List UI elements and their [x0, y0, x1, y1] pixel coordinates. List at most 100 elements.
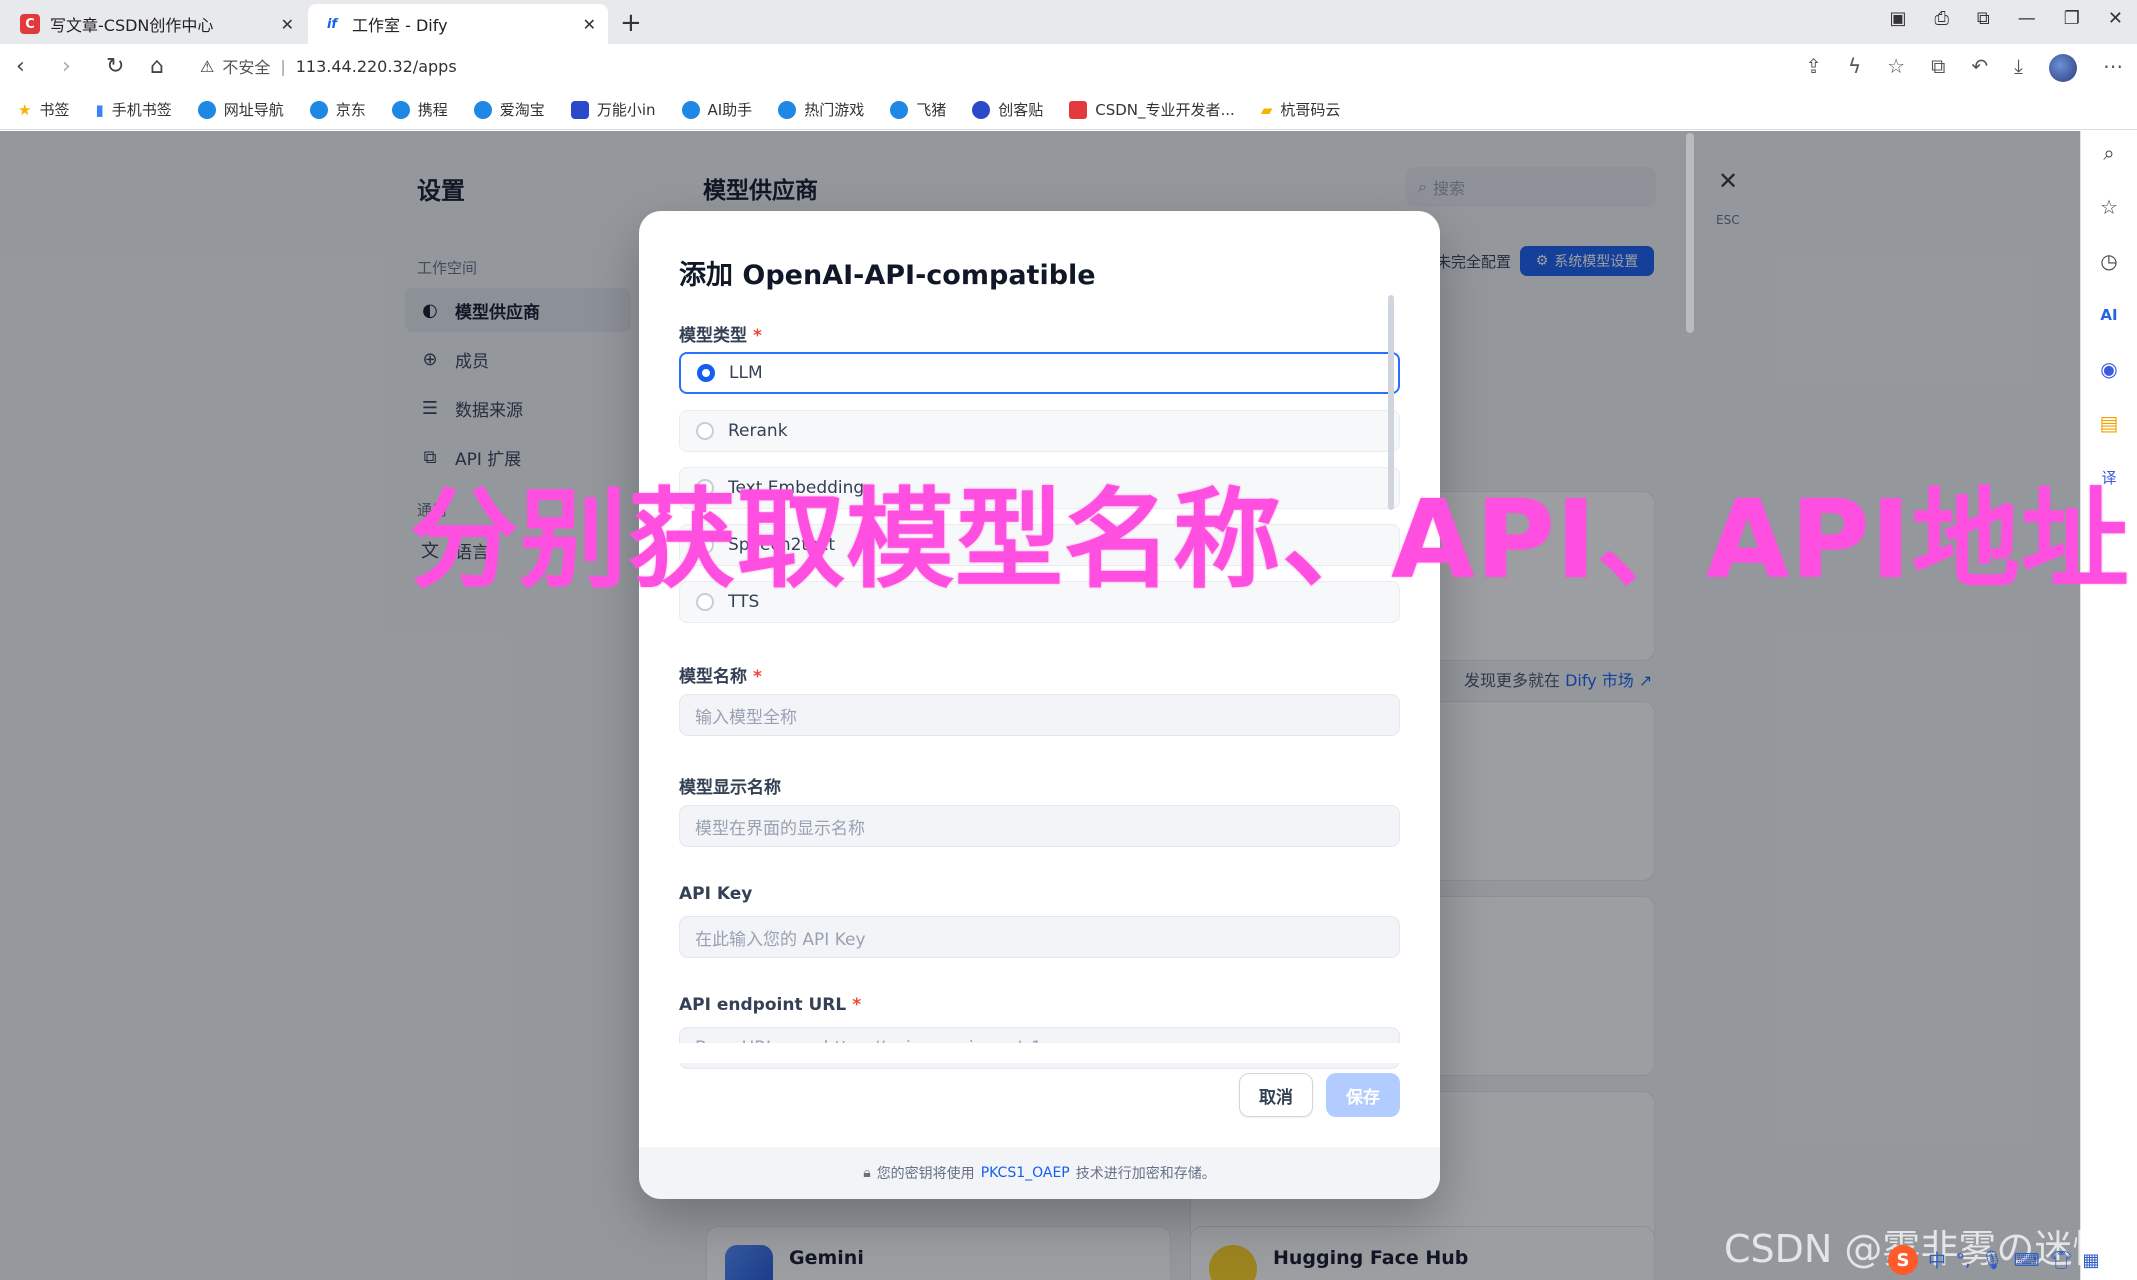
- address-actions: ⇪ ϟ ☆ ⧉ ↶ ⤓ ⋯: [1805, 54, 2123, 82]
- share-icon[interactable]: ⇪: [1805, 54, 1822, 82]
- warning-icon: ⚠: [200, 56, 215, 76]
- search-icon[interactable]: ⌕: [2095, 139, 2123, 167]
- required-mark: *: [753, 326, 762, 346]
- page-scrollbar[interactable]: [1686, 133, 1694, 333]
- keyboard-icon[interactable]: ⌨: [2014, 1250, 2040, 1271]
- dify-favicon-icon: if: [322, 14, 342, 34]
- back-icon[interactable]: ‹: [16, 54, 25, 79]
- close-window-icon[interactable]: ✕: [2108, 8, 2123, 29]
- bookmark-item[interactable]: AI助手: [681, 99, 752, 120]
- star-icon: ★: [18, 100, 32, 119]
- display-name-input[interactable]: 模型在界面的显示名称: [679, 805, 1400, 847]
- radio-icon: [696, 422, 714, 440]
- lock-icon: 🔒︎: [863, 1165, 871, 1181]
- microphone-icon[interactable]: 🎙︎: [1981, 1250, 2004, 1271]
- home-icon[interactable]: ⌂: [150, 54, 164, 79]
- annotation-caption: 分别获取模型名称、API、API地址: [410, 478, 2130, 603]
- bookmarks-bar: ★ 书签 ▮ 手机书签 网址导航 京东 携程 爱淘宝 万能小in AI助手 热门游戏…: [0, 90, 2137, 130]
- bookmark-item[interactable]: ▰ 杭哥码云: [1261, 99, 1341, 120]
- undo-icon[interactable]: ↶: [1971, 54, 1988, 82]
- bookmark-item[interactable]: 热门游戏: [778, 99, 864, 120]
- bookmark-item[interactable]: CSDN_专业开发者...: [1069, 99, 1235, 120]
- reload-icon[interactable]: ↻: [106, 54, 124, 79]
- bookmark-item[interactable]: 携程: [391, 99, 448, 120]
- bookmark-item[interactable]: 创客贴: [972, 99, 1043, 120]
- close-icon[interactable]: ✕: [281, 15, 294, 34]
- history-icon[interactable]: ◷: [2095, 247, 2123, 275]
- bookmark-item[interactable]: 爱淘宝: [473, 99, 545, 120]
- api-key-input[interactable]: 在此输入您的 API Key: [679, 916, 1400, 958]
- download-icon[interactable]: ⤓: [2014, 54, 2023, 82]
- cancel-button[interactable]: 取消: [1239, 1073, 1313, 1117]
- punctuation-icon[interactable]: °,: [1956, 1250, 1971, 1271]
- url-separator: |: [280, 56, 286, 76]
- extension-icon[interactable]: ⧉: [1931, 54, 1945, 82]
- security-label: 不安全: [222, 58, 271, 77]
- toolbox-icon[interactable]: ▤: [2095, 409, 2123, 437]
- url-text: 113.44.220.32/apps: [295, 56, 457, 76]
- more-icon[interactable]: ⋯: [2103, 54, 2123, 82]
- lightning-icon[interactable]: ϟ: [1848, 54, 1861, 82]
- skin-icon[interactable]: 👕︎: [2050, 1250, 2073, 1271]
- bookmark-item[interactable]: ★ 书签: [18, 99, 69, 120]
- star-icon[interactable]: ☆: [2095, 193, 2123, 221]
- bookmark-item[interactable]: 飞猪: [890, 99, 946, 120]
- browser-sidebar: ⌕ ☆ ◷ AI ◉ ▤ 译: [2080, 131, 2137, 1280]
- close-icon[interactable]: ✕: [583, 15, 596, 34]
- e-icon: [309, 100, 328, 119]
- model-name-input[interactable]: 输入模型全称: [679, 694, 1400, 736]
- model-type-option-rerank[interactable]: Rerank: [679, 410, 1400, 452]
- address-bar: ‹ › ↻ ⌂ ⚠ 不安全 | 113.44.220.32/apps ⇪ ϟ ☆…: [0, 44, 2137, 90]
- profile-avatar[interactable]: [2049, 54, 2077, 82]
- ai-icon[interactable]: AI: [2095, 301, 2123, 329]
- tab-bar: C 写文章-CSDN创作中心 ✕ if 工作室 - Dify ✕ + ▣ ⎙ ⧉…: [0, 0, 2137, 44]
- print-icon[interactable]: ⎙: [1935, 8, 1949, 29]
- maximize-icon[interactable]: ❐: [2064, 8, 2080, 29]
- tab-title: 工作室 - Dify: [352, 16, 448, 35]
- bookmark-item[interactable]: ▮ 手机书签: [95, 99, 171, 120]
- app-icon: [570, 100, 589, 119]
- window-controls: ▣ ⎙ ⧉ — ❐ ✕: [1889, 8, 2123, 29]
- radio-icon: [697, 364, 715, 382]
- dialog-footer: 🔒︎ 您的密钥将使用 PKCS1_OAEP 技术进行加密和存储。: [639, 1147, 1440, 1199]
- tab-csdn[interactable]: C 写文章-CSDN创作中心 ✕: [6, 4, 306, 44]
- required-mark: *: [852, 995, 862, 1015]
- folder-icon: ▰: [1260, 100, 1273, 119]
- reading-mode-icon[interactable]: ▣: [1889, 8, 1906, 29]
- required-mark: *: [753, 667, 762, 687]
- bookmark-icon: ▮: [95, 100, 104, 119]
- add-model-dialog: 添加 OpenAI-API-compatible 模型类型 * LLM Reran…: [639, 211, 1440, 1199]
- model-type-option-llm[interactable]: LLM: [679, 352, 1400, 394]
- sogou-logo-icon[interactable]: S: [1888, 1245, 1918, 1275]
- display-name-label: 模型显示名称: [679, 778, 781, 798]
- favorite-star-icon[interactable]: ☆: [1887, 54, 1905, 82]
- minimize-icon[interactable]: —: [2018, 8, 2036, 29]
- e-icon: [473, 100, 492, 119]
- url-field[interactable]: ⚠ 不安全 | 113.44.220.32/apps: [200, 54, 457, 78]
- model-type-label: 模型类型 *: [679, 326, 762, 346]
- forward-icon[interactable]: ›: [62, 54, 71, 79]
- ime-language[interactable]: 中: [1928, 1247, 1946, 1273]
- tab-title: 写文章-CSDN创作中心: [50, 16, 214, 35]
- pkcs-link[interactable]: PKCS1_OAEP: [981, 1165, 1070, 1181]
- e-icon: [391, 100, 410, 119]
- bookmark-item[interactable]: 京东: [309, 99, 366, 120]
- toolbox-icon[interactable]: ▦: [2082, 1250, 2099, 1271]
- dialog-title: 添加 OpenAI-API-compatible: [679, 260, 1096, 291]
- extensions-icon[interactable]: ⧉: [1977, 8, 1990, 29]
- bookmark-item[interactable]: 网址导航: [197, 99, 284, 120]
- tab-dify[interactable]: if 工作室 - Dify ✕: [308, 4, 608, 44]
- e-icon: [890, 100, 909, 119]
- csdn-favicon-icon: C: [20, 14, 40, 34]
- api-key-label: API Key: [679, 884, 753, 904]
- save-button[interactable]: 保存: [1326, 1073, 1400, 1117]
- csdn-icon: [1069, 100, 1088, 119]
- e-icon: [681, 100, 700, 119]
- bookmark-item[interactable]: 万能小in: [570, 99, 656, 120]
- ime-toolbar: S 中 °, 🎙︎ ⌨ 👕︎ ▦: [1888, 1245, 2099, 1275]
- e-icon: [197, 100, 216, 119]
- new-tab-icon[interactable]: +: [620, 8, 642, 38]
- e-icon: [972, 100, 991, 119]
- model-name-label: 模型名称 *: [679, 667, 762, 687]
- gamepad-icon[interactable]: ◉: [2095, 355, 2123, 383]
